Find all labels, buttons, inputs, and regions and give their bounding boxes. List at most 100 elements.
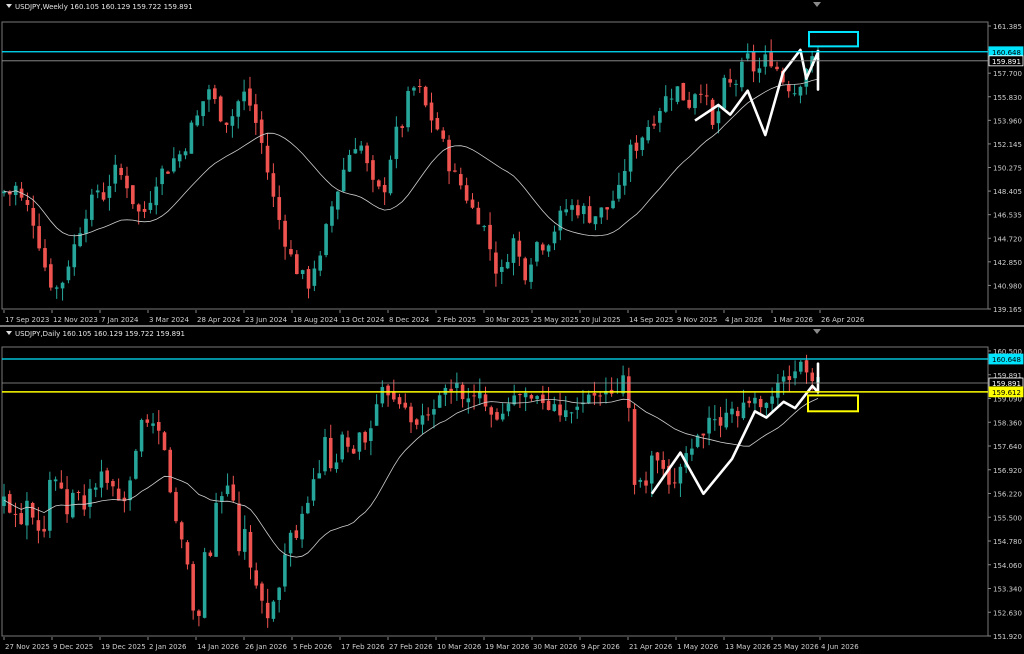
candle-body[interactable] — [101, 192, 106, 200]
candle-body[interactable] — [376, 180, 381, 187]
candle-body[interactable] — [201, 101, 205, 117]
candle-body[interactable] — [122, 497, 127, 502]
candle-body[interactable] — [177, 154, 182, 162]
candle-body[interactable] — [125, 175, 129, 189]
candle-body[interactable] — [208, 552, 213, 556]
candle-body[interactable] — [678, 466, 683, 484]
candle-body[interactable] — [388, 159, 393, 194]
candle-body[interactable] — [25, 199, 30, 205]
candle-body[interactable] — [458, 174, 463, 186]
candle-body[interactable] — [576, 205, 580, 216]
candle-body[interactable] — [617, 184, 621, 199]
candle-body[interactable] — [300, 513, 304, 540]
candle-body[interactable] — [218, 96, 223, 122]
candle-body[interactable] — [265, 602, 270, 619]
candle-body[interactable] — [166, 171, 170, 174]
candle-body[interactable] — [312, 268, 317, 286]
candle-body[interactable] — [672, 482, 677, 484]
candle-body[interactable] — [449, 388, 453, 391]
candle-body[interactable] — [197, 610, 201, 616]
candle-body[interactable] — [214, 502, 218, 557]
chart-shift-marker-icon[interactable] — [813, 2, 821, 7]
candle-body[interactable] — [128, 480, 132, 501]
candle-body[interactable] — [426, 414, 430, 416]
candle-body[interactable] — [758, 399, 763, 408]
candle-body[interactable] — [489, 407, 494, 415]
candle-body[interactable] — [735, 410, 740, 417]
candle-body[interactable] — [718, 417, 723, 426]
candle-body[interactable] — [810, 372, 815, 382]
daily-chart-canvas[interactable]: 160.500159.891159.090158.360157.640156.9… — [0, 327, 1024, 654]
weekly-chart-panel[interactable]: 161.385159.570157.700155.830153.960152.1… — [0, 0, 1024, 325]
candle-body[interactable] — [84, 218, 88, 234]
candle-body[interactable] — [253, 104, 258, 123]
candle-body[interactable] — [374, 404, 379, 426]
candle-body[interactable] — [804, 360, 809, 373]
candle-body[interactable] — [142, 208, 147, 212]
candle-body[interactable] — [787, 376, 792, 381]
candle-body[interactable] — [506, 403, 511, 412]
candle-body[interactable] — [288, 532, 293, 554]
candle-body[interactable] — [747, 400, 751, 404]
candle-body[interactable] — [168, 449, 173, 493]
candle-body[interactable] — [464, 185, 469, 201]
candle-body[interactable] — [330, 206, 334, 226]
candle-body[interactable] — [655, 452, 660, 461]
candle-body[interactable] — [260, 583, 264, 601]
candle-body[interactable] — [564, 209, 569, 213]
candle-body[interactable] — [663, 96, 668, 112]
candle-body[interactable] — [230, 116, 235, 126]
candle-body[interactable] — [598, 395, 602, 397]
candle-body[interactable] — [31, 207, 36, 226]
candle-body[interactable] — [441, 130, 446, 139]
candle-body[interactable] — [429, 102, 434, 121]
candle-body[interactable] — [453, 170, 457, 172]
weekly-chart-canvas[interactable]: 161.385159.570157.700155.830153.960152.1… — [0, 0, 1024, 325]
candle-body[interactable] — [105, 470, 109, 483]
candle-body[interactable] — [437, 395, 442, 408]
candle-body[interactable] — [799, 361, 803, 372]
candle-body[interactable] — [248, 88, 252, 106]
candle-body[interactable] — [511, 238, 516, 263]
candle-body[interactable] — [382, 184, 387, 193]
candle-body[interactable] — [741, 402, 746, 419]
candle-body[interactable] — [59, 482, 64, 489]
candle-body[interactable] — [764, 402, 769, 408]
candle-body[interactable] — [447, 139, 451, 172]
candle-body[interactable] — [658, 110, 662, 123]
candle-body[interactable] — [529, 264, 533, 282]
candle-body[interactable] — [540, 244, 545, 251]
candle-body[interactable] — [769, 52, 773, 67]
candle-body[interactable] — [90, 194, 94, 220]
candle-body[interactable] — [346, 437, 350, 447]
candle-body[interactable] — [423, 86, 428, 106]
candle-body[interactable] — [661, 460, 666, 469]
candle-body[interactable] — [546, 400, 551, 410]
candle-body[interactable] — [335, 191, 340, 210]
candle-body[interactable] — [500, 413, 505, 420]
candle-body[interactable] — [283, 220, 287, 247]
candle-body[interactable] — [363, 432, 367, 443]
candle-body[interactable] — [271, 601, 276, 619]
candle-body[interactable] — [289, 249, 293, 255]
candle-body[interactable] — [113, 164, 118, 184]
candle-body[interactable] — [179, 522, 184, 540]
candle-body[interactable] — [710, 99, 715, 125]
candle-body[interactable] — [403, 402, 408, 408]
candle-body[interactable] — [693, 94, 697, 109]
candle-body[interactable] — [716, 111, 721, 124]
candle-body[interactable] — [775, 66, 779, 70]
candle-body[interactable] — [300, 270, 305, 274]
candle-body[interactable] — [495, 412, 499, 420]
candle-body[interactable] — [107, 186, 112, 198]
candle-body[interactable] — [713, 419, 717, 421]
candle-body[interactable] — [414, 419, 419, 425]
candle-body[interactable] — [722, 77, 727, 109]
candle-body[interactable] — [60, 282, 65, 289]
candle-body[interactable] — [25, 500, 29, 526]
candle-body[interactable] — [242, 91, 246, 102]
candle-body[interactable] — [592, 393, 597, 396]
candle-body[interactable] — [353, 149, 358, 154]
candle-body[interactable] — [569, 412, 574, 414]
candle-body[interactable] — [751, 52, 756, 72]
